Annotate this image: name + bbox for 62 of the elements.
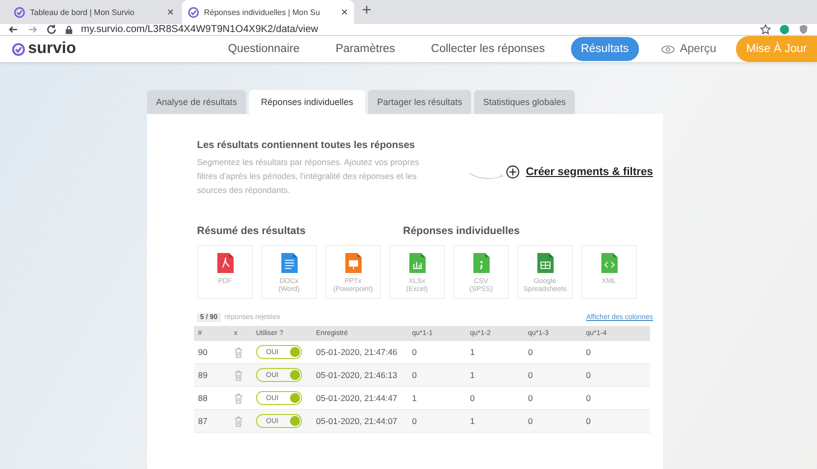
lock-icon: [65, 24, 73, 34]
url-field[interactable]: my.survio.com/L3R8S4X4W9T9N1O4X9K2/data/view: [81, 24, 318, 35]
forward-icon[interactable]: [27, 24, 38, 35]
table-cell: 0: [586, 370, 591, 380]
results-tab[interactable]: Partager les résultats: [368, 90, 472, 114]
table-cell: 1: [412, 393, 417, 403]
section-title: Résumé des résultats: [197, 225, 307, 237]
reload-icon[interactable]: [46, 24, 57, 35]
plus-icon[interactable]: [506, 164, 520, 178]
create-segments-link[interactable]: Créer segments & filtres: [526, 166, 654, 178]
trash-icon[interactable]: [234, 370, 243, 380]
tab-title: Réponses individuelles | Mon Su: [204, 8, 321, 16]
close-tab-button[interactable]: ×: [340, 5, 348, 19]
table-cell: 05-01-2020, 21:44:07: [316, 416, 398, 426]
nav-tab[interactable]: Questionnaire: [218, 37, 310, 61]
table-cell: 0: [586, 347, 591, 357]
eye-icon: [660, 44, 675, 54]
extension-icon[interactable]: [779, 24, 790, 35]
table-cell: 0: [470, 393, 475, 403]
browser-tab[interactable]: Réponses individuelles | Mon Su ×: [182, 0, 354, 24]
shield-icon[interactable]: [798, 24, 809, 35]
table-cell: 0: [586, 393, 591, 403]
table-cell: 1: [470, 347, 475, 357]
tab-title: Tableau de bord | Mon Survio: [30, 8, 136, 16]
table-cell: 0: [586, 416, 591, 426]
intro-title: Les résultats contiennent toutes les réponses: [197, 140, 416, 151]
table-cell: 90: [198, 347, 208, 357]
results-tab[interactable]: Réponses individuelles: [249, 90, 366, 114]
check-logo-icon: [14, 6, 25, 18]
new-tab-button[interactable]: +: [362, 2, 372, 20]
table-cell: 0: [528, 347, 533, 357]
nav-tab[interactable]: Collecter les réponses: [421, 37, 555, 61]
table-cell: 89: [198, 370, 208, 380]
table-cell: 1: [470, 370, 475, 380]
star-icon[interactable]: [760, 24, 771, 35]
table-cell: 0: [412, 416, 417, 426]
nav-tab[interactable]: Résultats: [570, 37, 639, 61]
preview-link[interactable]: Aperçu: [660, 43, 716, 55]
table-cell: 05-01-2020, 21:44:47: [316, 393, 398, 403]
check-logo-icon: [188, 6, 199, 18]
trash-icon[interactable]: [234, 416, 243, 426]
survio-logo[interactable]: survio: [12, 40, 202, 58]
table-cell: 0: [528, 393, 533, 403]
nav-tab[interactable]: Paramètres: [326, 37, 406, 61]
table-cell: 87: [198, 416, 208, 426]
table-cell: 0: [528, 370, 533, 380]
table-cell: 05-01-2020, 21:47:46: [316, 347, 398, 357]
close-tab-button[interactable]: ×: [166, 5, 174, 19]
trash-icon[interactable]: [234, 392, 243, 404]
table-cell: 05-01-2020, 21:46:13: [316, 370, 398, 380]
table-cell: 1: [470, 416, 475, 426]
intro-text: Segmentez les résultats par réponses. Ajoutez vos propres filtres d'après les périodes, l'intégralité des réponses et les sources des répondants.: [197, 156, 420, 197]
results-tab[interactable]: Statistiques globales: [474, 90, 575, 114]
table-cell: 0: [412, 370, 417, 380]
table-cell: 0: [412, 347, 417, 357]
table-cell: 0: [528, 416, 533, 426]
back-icon[interactable]: [8, 24, 19, 35]
browser-tab[interactable]: Tableau de bord | Mon Survio ×: [8, 0, 180, 24]
results-tab[interactable]: Analyse de résultats: [147, 90, 246, 114]
trash-icon[interactable]: [234, 346, 243, 358]
section-title: Réponses individuelles: [403, 225, 520, 237]
table-cell: 88: [198, 393, 208, 403]
